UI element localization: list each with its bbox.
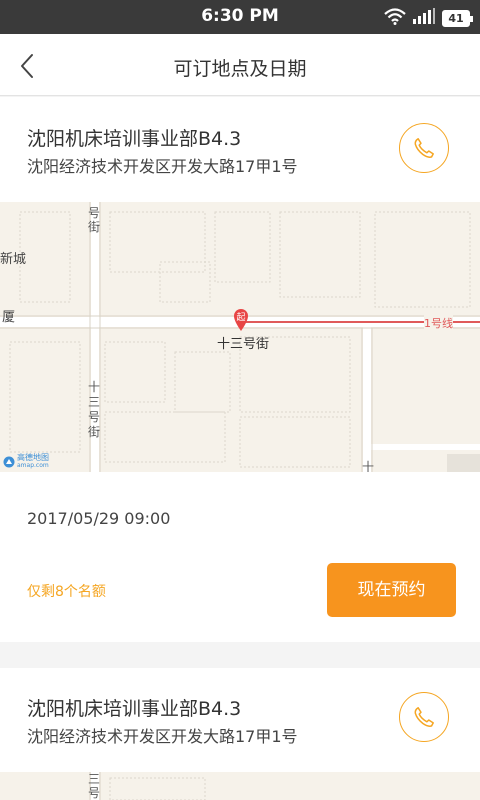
map-label-street-top: 三号	[88, 772, 101, 800]
phone-icon	[414, 138, 434, 158]
wifi-icon	[384, 8, 406, 29]
nav-bar: 可订地点及日期	[0, 34, 480, 96]
phone-icon	[414, 707, 434, 727]
amap-logo-icon	[3, 456, 15, 468]
call-button[interactable]	[399, 692, 449, 742]
map-label-street-top: 号街	[88, 206, 101, 234]
status-icons: 41	[384, 8, 473, 29]
map-label-station: 十三号街	[217, 337, 270, 352]
location-map[interactable]: 三号	[0, 772, 480, 800]
location-address: 沈阳经济技术开发区开发大路17甲1号	[27, 727, 298, 746]
battery-icon: 41	[442, 10, 473, 27]
map-label-district: 新城	[0, 252, 27, 267]
location-name: 沈阳机床培训事业部B4.3	[27, 698, 242, 720]
map-label-road-left: 厦	[2, 310, 16, 325]
status-bar: 6:30 PM 41	[0, 0, 480, 34]
location-card: 沈阳机床培训事业部B4.3 沈阳经济技术开发区开发大路17甲1号 三号	[0, 668, 480, 800]
map-logo-text: 高德地图	[17, 453, 49, 462]
book-now-button[interactable]: 现在预约	[327, 563, 456, 617]
map-marker-icon: 起	[232, 308, 250, 332]
svg-text:起: 起	[236, 312, 245, 323]
quota-remaining: 仅剩8个名额	[27, 584, 106, 600]
location-card: 沈阳机床培训事业部B4.3 沈阳经济技术开发区开发大路17甲1号 号街 新城 厦…	[0, 97, 480, 642]
location-address: 沈阳经济技术开发区开发大路17甲1号	[27, 157, 298, 176]
map-label-street-left: 十三号街	[88, 380, 101, 439]
page-title: 可订地点及日期	[173, 58, 307, 80]
map-logo: 高德地图 amap.com	[3, 454, 49, 470]
signal-icon	[412, 8, 436, 29]
map-label-street-right: 十	[362, 460, 375, 472]
location-name: 沈阳机床培训事业部B4.3	[27, 128, 242, 150]
location-map[interactable]: 号街 新城 厦 十三号街 1号线 十三号街 十 起 高德地图 amap.com	[0, 202, 480, 472]
map-label-metro: 1号线	[424, 315, 453, 331]
session-date: 2017/05/29 09:00	[27, 509, 171, 528]
call-button[interactable]	[399, 123, 449, 173]
map-logo-subtext: amap.com	[17, 462, 49, 469]
